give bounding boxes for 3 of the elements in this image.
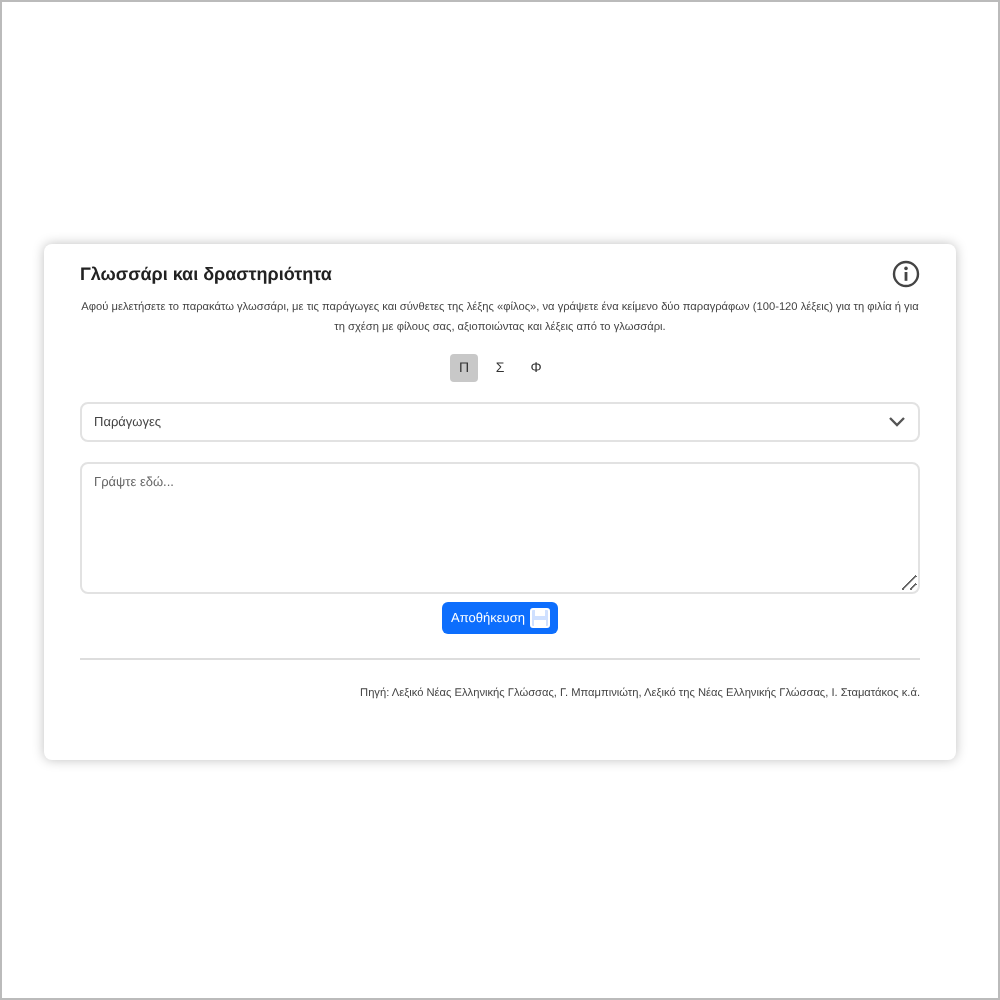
chevron-down-icon [888, 416, 906, 428]
info-icon[interactable] [892, 260, 920, 288]
card-title: Γλωσσάρι και δραστηριότητα [80, 264, 332, 284]
